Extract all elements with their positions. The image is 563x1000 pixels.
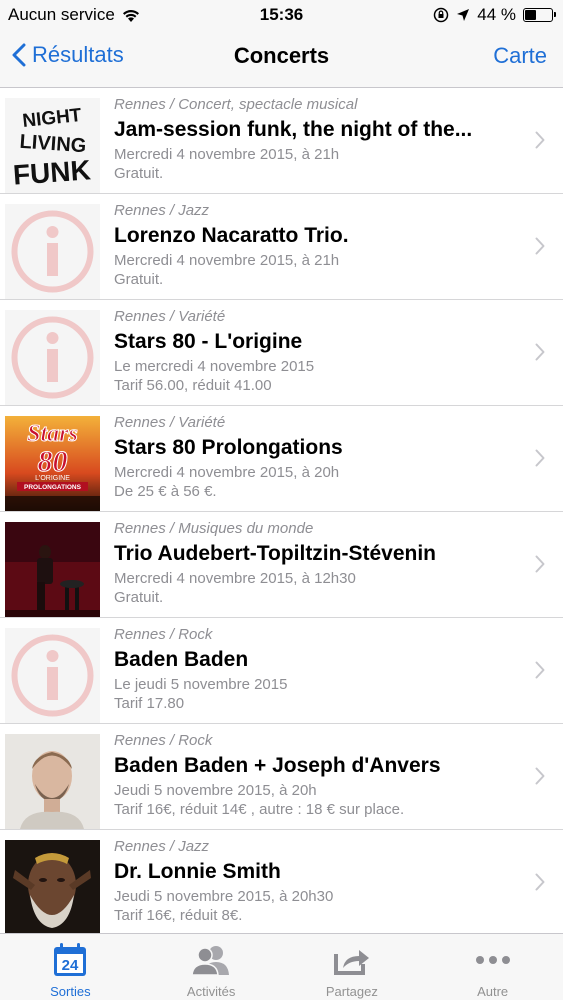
event-date: Le jeudi 5 novembre 2015 [114,676,288,693]
event-thumbnail [5,840,100,933]
event-row[interactable]: Rennes / Rock Baden Baden + Joseph d'Anve… [0,724,563,830]
event-text: Rennes / Jazz Lorenzo Nacaratto Trio. Merc… [114,201,515,289]
tab-label: Sorties [50,984,91,999]
event-list: NIGHT LIVING FUNK Rennes / Concert, spectac… [0,88,563,933]
chevron-right-icon [535,343,545,361]
event-category: Rennes / Variété [114,414,226,431]
chevron-right-icon [535,555,545,573]
event-row[interactable]: Rennes / Musiques du monde Trio Audebert-… [0,512,563,618]
event-title: Baden Baden [114,648,249,671]
more-icon [473,942,513,978]
event-date: Mercredi 4 novembre 2015, à 21h [114,252,340,269]
tab-autre[interactable]: Autre [422,934,563,1000]
chevron-right-icon [535,873,545,891]
event-date: Le mercredi 4 novembre 2015 [114,358,315,375]
tab-bar: 24 Sorties Activités Partagez Autre [0,933,563,1000]
battery-percent: 44 % [477,5,516,24]
rotation-lock-icon [434,7,449,23]
event-date: Mercredi 4 novembre 2015, à 21h [114,146,340,163]
status-bar: Aucun service 15:36 44 % [0,0,563,30]
event-category: Rennes / Concert, spectacle musical [114,96,358,113]
event-title: Stars 80 Prolongations [114,436,343,459]
event-title: Stars 80 - L'origine [114,330,303,353]
event-title: Dr. Lonnie Smith [114,860,281,883]
event-category: Rennes / Rock [114,732,213,749]
share-icon [332,942,372,978]
event-price: Tarif 16€, réduit 14€ , autre : 18 € sur… [114,801,405,818]
event-text: Rennes / Rock Baden Baden + Joseph d'Anve… [114,731,515,819]
event-row[interactable]: Rennes / Rock Baden Baden Le jeudi 5 novem… [0,618,563,724]
people-icon [191,942,231,978]
event-price: Gratuit. [114,271,164,288]
event-thumbnail [5,522,100,617]
svg-text:FUNK: FUNK [12,154,92,190]
calendar-day-number: 24 [62,957,79,974]
event-date: Mercredi 4 novembre 2015, à 12h30 [114,570,356,587]
event-category: Rennes / Jazz [114,202,210,219]
status-right: 44 % [433,5,556,25]
event-price: De 25 € à 56 €. [114,483,217,500]
info-placeholder-icon [5,628,100,723]
event-category: Rennes / Musiques du monde [114,520,314,537]
chevron-right-icon [535,237,545,255]
event-row[interactable]: NIGHT LIVING FUNK Rennes / Concert, spectac… [0,88,563,194]
page-title: Concerts [233,43,330,68]
event-price: Tarif 17.80 [114,695,185,712]
svg-text:PROLONGATIONS: PROLONGATIONS [24,484,82,491]
event-date: Jeudi 5 novembre 2015, à 20h30 [114,888,334,905]
event-date: Mercredi 4 novembre 2015, à 20h [114,464,340,481]
event-title: Baden Baden + Joseph d'Anvers [114,754,441,777]
tab-label: Autre [477,984,509,999]
svg-text:80: 80 [38,445,68,478]
chevron-right-icon [535,661,545,679]
event-title: Trio Audebert-Topiltzin-Stévenin [114,542,436,565]
battery-fill [525,10,536,20]
navigation-bar: Résultats Concerts Carte [0,30,563,88]
event-text: Rennes / Variété Stars 80 - L'origine Le m… [114,307,515,395]
event-thumbnail [5,734,100,829]
tab-label: Activités [186,984,236,999]
chevron-right-icon [535,131,545,149]
calendar-icon: 24 [50,942,90,978]
event-text: Rennes / Jazz Dr. Lonnie Smith Jeudi 5 nov… [114,837,515,925]
svg-text:L'ORIGINE: L'ORIGINE [35,475,70,482]
event-row[interactable]: Rennes / Jazz Dr. Lonnie Smith Jeudi 5 nov… [0,830,563,933]
event-price: Tarif 56.00, réduit 41.00 [114,377,272,394]
tab-sorties[interactable]: 24 Sorties [0,934,141,1000]
event-text: Rennes / Rock Baden Baden Le jeudi 5 novem… [114,625,515,713]
svg-text:LIVING: LIVING [19,131,87,158]
tab-partagez[interactable]: Partagez [282,934,423,1000]
event-price: Tarif 16€, réduit 8€. [114,907,243,924]
battery-icon [523,8,556,22]
event-title: Jam-session funk, the night of the... [114,118,473,141]
event-text: Rennes / Concert, spectacle musical Jam-s… [114,95,515,183]
event-date: Jeudi 5 novembre 2015, à 20h [114,782,317,799]
info-placeholder-icon [5,310,100,405]
event-title: Lorenzo Nacaratto Trio. [114,224,349,247]
event-row[interactable]: Stars 80 L'ORIGINE PROLONGATIONS Rennes / Va… [0,406,563,512]
chevron-right-icon [535,767,545,785]
event-text: Rennes / Variété Stars 80 Prolongations Me… [114,413,515,501]
event-price: Gratuit. [114,589,164,606]
event-category: Rennes / Rock [114,626,213,643]
map-button[interactable]: Carte [493,43,547,69]
event-row[interactable]: Rennes / Variété Stars 80 - L'origine Le m… [0,300,563,406]
svg-text:Stars: Stars [27,421,78,447]
info-placeholder-icon [5,204,100,299]
tab-label: Partagez [325,984,378,999]
location-arrow-icon [457,9,470,21]
event-row[interactable]: Rennes / Jazz Lorenzo Nacaratto Trio. Merc… [0,194,563,300]
event-category: Rennes / Jazz [114,838,210,855]
chevron-right-icon [535,449,545,467]
event-thumbnail: NIGHT LIVING FUNK [5,98,100,193]
tab-activites[interactable]: Activités [141,934,282,1000]
event-price: Gratuit. [114,165,164,182]
event-text: Rennes / Musiques du monde Trio Audebert-… [114,519,515,607]
event-thumbnail: Stars 80 L'ORIGINE PROLONGATIONS [5,416,100,511]
event-category: Rennes / Variété [114,308,226,325]
